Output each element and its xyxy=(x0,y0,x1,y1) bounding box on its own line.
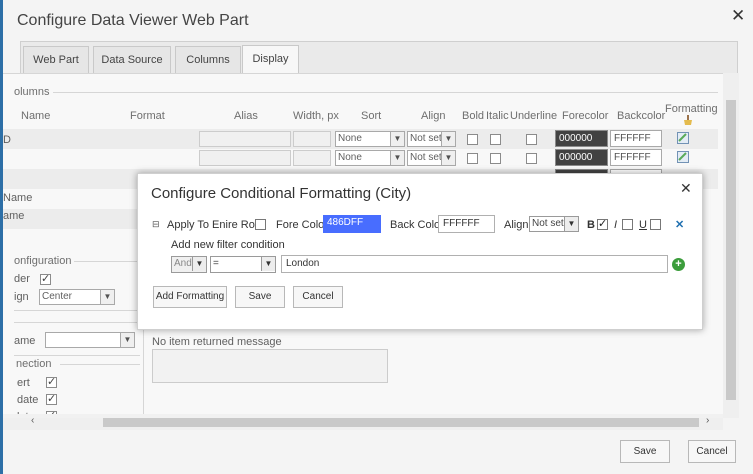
tab-columns[interactable]: Columns xyxy=(175,46,241,73)
bold-label: B xyxy=(587,219,595,231)
modal-save-button[interactable]: Save xyxy=(235,286,285,308)
tab-web-part[interactable]: Web Part xyxy=(23,46,89,73)
collapse-icon[interactable]: ⊟ xyxy=(152,219,160,230)
modal-cancel-button[interactable]: Cancel xyxy=(293,286,343,308)
tab-data-source[interactable]: Data Source xyxy=(93,46,171,73)
vertical-scroll-thumb[interactable] xyxy=(726,100,736,400)
dialog-title: Configure Data Viewer Web Part xyxy=(17,12,249,29)
bold-checkbox[interactable] xyxy=(597,217,608,230)
fore-color-label: Fore Color xyxy=(276,219,328,231)
add-filter-label: Add new filter condition xyxy=(171,239,285,251)
add-circle-icon[interactable]: + xyxy=(672,258,685,271)
underline-checkbox[interactable] xyxy=(650,219,661,230)
save-button[interactable]: Save xyxy=(620,440,670,463)
horizontal-scroll-thumb[interactable] xyxy=(103,418,699,427)
underline-label: U xyxy=(639,219,647,231)
italic-checkbox[interactable] xyxy=(622,219,633,230)
back-color-label: Back Color xyxy=(390,219,444,231)
apply-to-row-label: Apply To Enire Row xyxy=(167,219,263,231)
dropdown-arrow-icon: ▼ xyxy=(192,257,206,271)
italic-label: I xyxy=(614,219,618,231)
operator-select[interactable]: = ▼ xyxy=(210,256,276,273)
add-formatting-button[interactable]: Add Formatting xyxy=(153,286,227,308)
back-color-input[interactable]: FFFFFF xyxy=(438,215,495,233)
close-icon[interactable]: ✕ xyxy=(731,6,745,26)
filter-value-input[interactable]: London xyxy=(281,255,668,273)
modal-title: Configure Conditional Formatting (City) xyxy=(151,185,412,202)
fore-color-input[interactable]: 486DFF xyxy=(323,215,381,233)
delete-x-icon[interactable]: ✕ xyxy=(675,218,684,231)
align-select[interactable]: Not set ▼ xyxy=(529,216,579,232)
logic-select[interactable]: And ▼ xyxy=(171,256,207,273)
align-label: Align xyxy=(504,219,529,231)
close-icon[interactable]: ✕ xyxy=(680,180,692,197)
tab-display[interactable]: Display xyxy=(242,45,299,74)
dropdown-arrow-icon: ▼ xyxy=(261,257,275,271)
cancel-button[interactable]: Cancel xyxy=(688,440,736,463)
apply-to-row-checkbox[interactable] xyxy=(255,219,266,230)
dropdown-arrow-icon: ▼ xyxy=(564,217,578,231)
